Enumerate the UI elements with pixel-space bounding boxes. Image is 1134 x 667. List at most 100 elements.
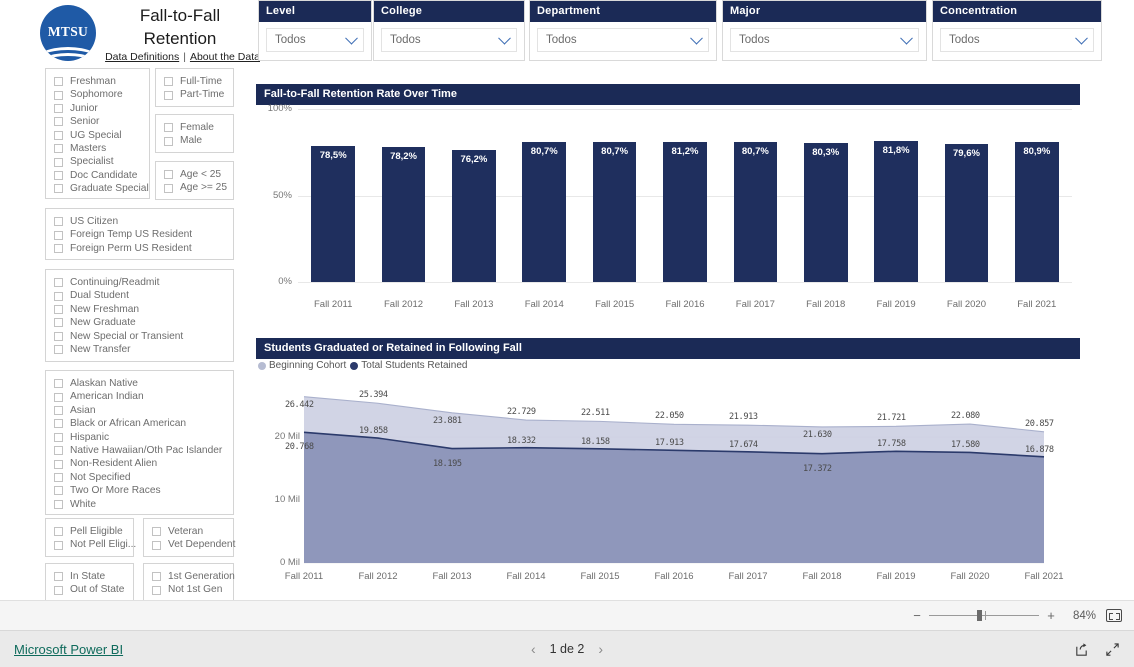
filter-group-student-type[interactable]: Continuing/Readmit Dual Student New Fres…	[45, 269, 234, 362]
slicer-major[interactable]: Major Todos	[722, 0, 927, 61]
checkbox-icon[interactable]	[54, 90, 63, 100]
zoom-out-button[interactable]: −	[912, 608, 922, 623]
checkbox-icon[interactable]	[164, 77, 173, 87]
retention-rate-bar-chart[interactable]: Fall-to-Fall Retention Rate Over Time 10…	[256, 84, 1080, 314]
checkbox-icon[interactable]	[54, 540, 63, 550]
checkbox-icon[interactable]	[54, 103, 63, 113]
checkbox-icon[interactable]	[54, 144, 63, 154]
checkbox-icon[interactable]	[54, 405, 63, 415]
filter-group-veteran[interactable]: Veteran Vet Dependent	[143, 518, 235, 557]
slicer-department-dropdown[interactable]: Todos	[537, 28, 709, 52]
checkbox-icon[interactable]	[164, 136, 173, 146]
checkbox-icon[interactable]	[152, 572, 161, 582]
filter-item-specialist[interactable]: Specialist	[54, 155, 143, 168]
filter-group-residency[interactable]: In State Out of State	[45, 563, 134, 602]
filter-item-native-hawaiian[interactable]: Native Hawaiian/Oth Pac Islander	[54, 444, 227, 457]
bar-chart-bar[interactable]: 79,6%	[944, 144, 989, 282]
filter-item-full-time[interactable]: Full-Time	[164, 75, 227, 88]
checkbox-icon[interactable]	[54, 304, 63, 314]
filter-item-black-african-american[interactable]: Black or African American	[54, 417, 227, 430]
checkbox-icon[interactable]	[164, 90, 173, 100]
zoom-control[interactable]: − +	[912, 608, 1056, 623]
filter-group-enrollment[interactable]: Full-Time Part-Time	[155, 68, 234, 107]
filter-group-age[interactable]: Age < 25 Age >= 25	[155, 161, 234, 200]
slicer-level[interactable]: Level Todos	[258, 0, 372, 61]
filter-item-out-of-state[interactable]: Out of State	[54, 583, 127, 596]
filter-item-part-time[interactable]: Part-Time	[164, 88, 227, 101]
checkbox-icon[interactable]	[54, 432, 63, 442]
filter-item-pell-eligible[interactable]: Pell Eligible	[54, 525, 127, 538]
checkbox-icon[interactable]	[54, 230, 63, 240]
filter-item-senior[interactable]: Senior	[54, 115, 143, 128]
filter-item-doc-candidate[interactable]: Doc Candidate	[54, 169, 143, 182]
checkbox-icon[interactable]	[152, 540, 161, 550]
filter-item-junior[interactable]: Junior	[54, 102, 143, 115]
slicer-department[interactable]: Department Todos	[529, 0, 717, 61]
checkbox-icon[interactable]	[54, 572, 63, 582]
fullscreen-icon[interactable]	[1105, 642, 1120, 657]
bar-chart-bar[interactable]: 76,2%	[452, 150, 496, 282]
filter-item-male[interactable]: Male	[164, 134, 227, 147]
filter-group-pell[interactable]: Pell Eligible Not Pell Eligi...	[45, 518, 136, 557]
checkbox-icon[interactable]	[54, 446, 63, 456]
filter-item-veteran[interactable]: Veteran	[152, 525, 227, 538]
checkbox-icon[interactable]	[54, 278, 63, 288]
filter-item-sophomore[interactable]: Sophomore	[54, 88, 143, 101]
filter-group-ethnicity[interactable]: Alaskan Native American Indian Asian Bla…	[45, 370, 234, 515]
filter-item-foreign-perm[interactable]: Foreign Perm US Resident	[54, 242, 227, 255]
bar-chart-bar[interactable]: 80,7%	[733, 142, 778, 282]
slicer-college[interactable]: College Todos	[373, 0, 525, 61]
next-page-button[interactable]: ›	[598, 641, 603, 657]
filter-item-vet-dependent[interactable]: Vet Dependent	[152, 538, 235, 551]
filter-item-female[interactable]: Female	[164, 121, 227, 134]
students-graduated-retained-area-chart[interactable]: Students Graduated or Retained in Follow…	[256, 338, 1080, 591]
filter-item-age-under-25[interactable]: Age < 25	[164, 168, 227, 181]
slicer-level-dropdown[interactable]: Todos	[266, 28, 364, 52]
bar-chart-bar[interactable]: 80,7%	[522, 142, 567, 282]
zoom-slider[interactable]	[929, 610, 1039, 621]
checkbox-icon[interactable]	[54, 527, 63, 537]
checkbox-icon[interactable]	[54, 170, 63, 180]
zoom-slider-thumb[interactable]	[977, 610, 982, 621]
filter-item-non-resident-alien[interactable]: Non-Resident Alien	[54, 457, 227, 470]
filter-item-two-or-more-races[interactable]: Two Or More Races	[54, 484, 227, 497]
filter-item-in-state[interactable]: In State	[54, 570, 127, 583]
checkbox-icon[interactable]	[54, 585, 63, 595]
filter-item-new-special-transient[interactable]: New Special or Transient	[54, 330, 227, 343]
checkbox-icon[interactable]	[54, 419, 63, 429]
filter-item-not-pell-eligible[interactable]: Not Pell Eligi...	[54, 538, 136, 551]
legend-item[interactable]: Total Students Retained	[350, 360, 467, 371]
checkbox-icon[interactable]	[54, 379, 63, 389]
bar-chart-bar[interactable]: 81,8%	[874, 140, 918, 282]
filter-item-graduate-special[interactable]: Graduate Special	[54, 182, 149, 195]
checkbox-icon[interactable]	[54, 243, 63, 253]
filter-item-age-over-25[interactable]: Age >= 25	[164, 181, 227, 194]
filter-item-not-specified[interactable]: Not Specified	[54, 471, 227, 484]
filter-item-foreign-temp[interactable]: Foreign Temp US Resident	[54, 228, 227, 241]
slicer-concentration-dropdown[interactable]: Todos	[940, 28, 1094, 52]
filter-item-new-freshman[interactable]: New Freshman	[54, 303, 227, 316]
filter-group-level[interactable]: Freshman Sophomore Junior Senior UG Spec…	[45, 68, 150, 199]
fit-to-page-icon[interactable]	[1106, 609, 1122, 622]
checkbox-icon[interactable]	[152, 585, 161, 595]
filter-item-continuing-readmit[interactable]: Continuing/Readmit	[54, 276, 227, 289]
bar-chart-bar[interactable]: 81,2%	[663, 141, 707, 282]
filter-item-white[interactable]: White	[54, 498, 227, 511]
bar-chart-bar[interactable]: 80,7%	[592, 142, 637, 282]
checkbox-icon[interactable]	[164, 170, 173, 180]
filter-item-1st-generation[interactable]: 1st Generation	[152, 570, 235, 583]
bar-chart-bar[interactable]: 78,5%	[311, 146, 355, 282]
slicer-college-dropdown[interactable]: Todos	[381, 28, 517, 52]
checkbox-icon[interactable]	[54, 331, 63, 341]
checkbox-icon[interactable]	[54, 130, 63, 140]
checkbox-icon[interactable]	[54, 184, 63, 194]
checkbox-icon[interactable]	[54, 486, 63, 496]
slicer-concentration[interactable]: Concentration Todos	[932, 0, 1102, 61]
filter-group-generation[interactable]: 1st Generation Not 1st Gen	[143, 563, 235, 602]
filter-item-hispanic[interactable]: Hispanic	[54, 431, 227, 444]
bar-chart-bar[interactable]: 78,2%	[381, 146, 426, 282]
checkbox-icon[interactable]	[54, 291, 63, 301]
filter-group-gender[interactable]: Female Male	[155, 114, 234, 153]
checkbox-icon[interactable]	[152, 527, 161, 537]
filter-item-masters[interactable]: Masters	[54, 142, 143, 155]
